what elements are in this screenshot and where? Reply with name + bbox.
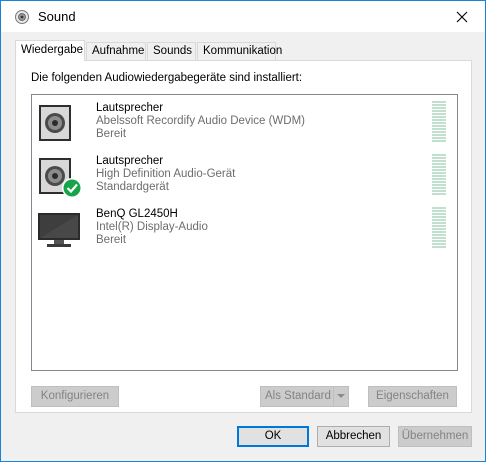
properties-button[interactable]: Eigenschaften: [368, 386, 457, 407]
device-status: Standardgerät: [96, 181, 169, 193]
speaker-device-icon: [39, 158, 82, 198]
device-status: Bereit: [96, 234, 127, 246]
device-row[interactable]: Lautsprecher Abelssoft Recordify Audio D…: [32, 97, 457, 149]
device-row[interactable]: Lautsprecher High Definition Audio-Gerät…: [32, 150, 457, 202]
device-name: Lautsprecher: [96, 155, 164, 167]
set-default-button[interactable]: Als Standard: [260, 386, 349, 407]
speaker-icon: [15, 10, 29, 24]
monitor-device-icon: [38, 213, 80, 247]
default-check-icon: [62, 178, 82, 198]
close-button[interactable]: [439, 1, 485, 32]
title-bar[interactable]: Sound: [1, 1, 485, 32]
device-name: BenQ GL2450H: [96, 208, 178, 220]
chevron-down-icon[interactable]: [333, 387, 348, 406]
speaker-device-icon: [39, 105, 71, 141]
tab-kommunikation[interactable]: Kommunikation: [197, 42, 282, 60]
device-row[interactable]: BenQ GL2450H Intel(R) Display-Audio Bere…: [32, 203, 457, 255]
cancel-button[interactable]: Abbrechen: [317, 426, 390, 447]
volume-meter: [432, 207, 446, 249]
device-name: Lautsprecher: [96, 102, 164, 114]
tab-sounds[interactable]: Sounds: [147, 42, 196, 60]
ok-button[interactable]: OK: [237, 426, 309, 447]
intro-text: Die folgenden Audiowiedergabegeräte sind…: [31, 72, 303, 84]
device-description: High Definition Audio-Gerät: [96, 168, 236, 180]
tab-aufnahme[interactable]: Aufnahme: [86, 42, 146, 60]
tab-wiedergabe[interactable]: Wiedergabe: [15, 40, 85, 61]
volume-meter: [432, 154, 446, 196]
close-icon: [456, 11, 468, 22]
device-status: Bereit: [96, 128, 127, 140]
set-default-label: Als Standard: [265, 390, 331, 402]
volume-meter: [432, 101, 446, 143]
sound-dialog: Sound Wiedergabe Aufnahme Sounds Kommuni…: [0, 0, 486, 462]
device-description: Abelssoft Recordify Audio Device (WDM): [96, 115, 305, 127]
tab-panel: Die folgenden Audiowiedergabegeräte sind…: [15, 60, 472, 413]
apply-button[interactable]: Übernehmen: [398, 426, 472, 447]
device-description: Intel(R) Display-Audio: [96, 221, 208, 233]
device-list[interactable]: Lautsprecher Abelssoft Recordify Audio D…: [31, 94, 458, 371]
window-title: Sound: [38, 9, 76, 24]
configure-button[interactable]: Konfigurieren: [31, 386, 119, 407]
